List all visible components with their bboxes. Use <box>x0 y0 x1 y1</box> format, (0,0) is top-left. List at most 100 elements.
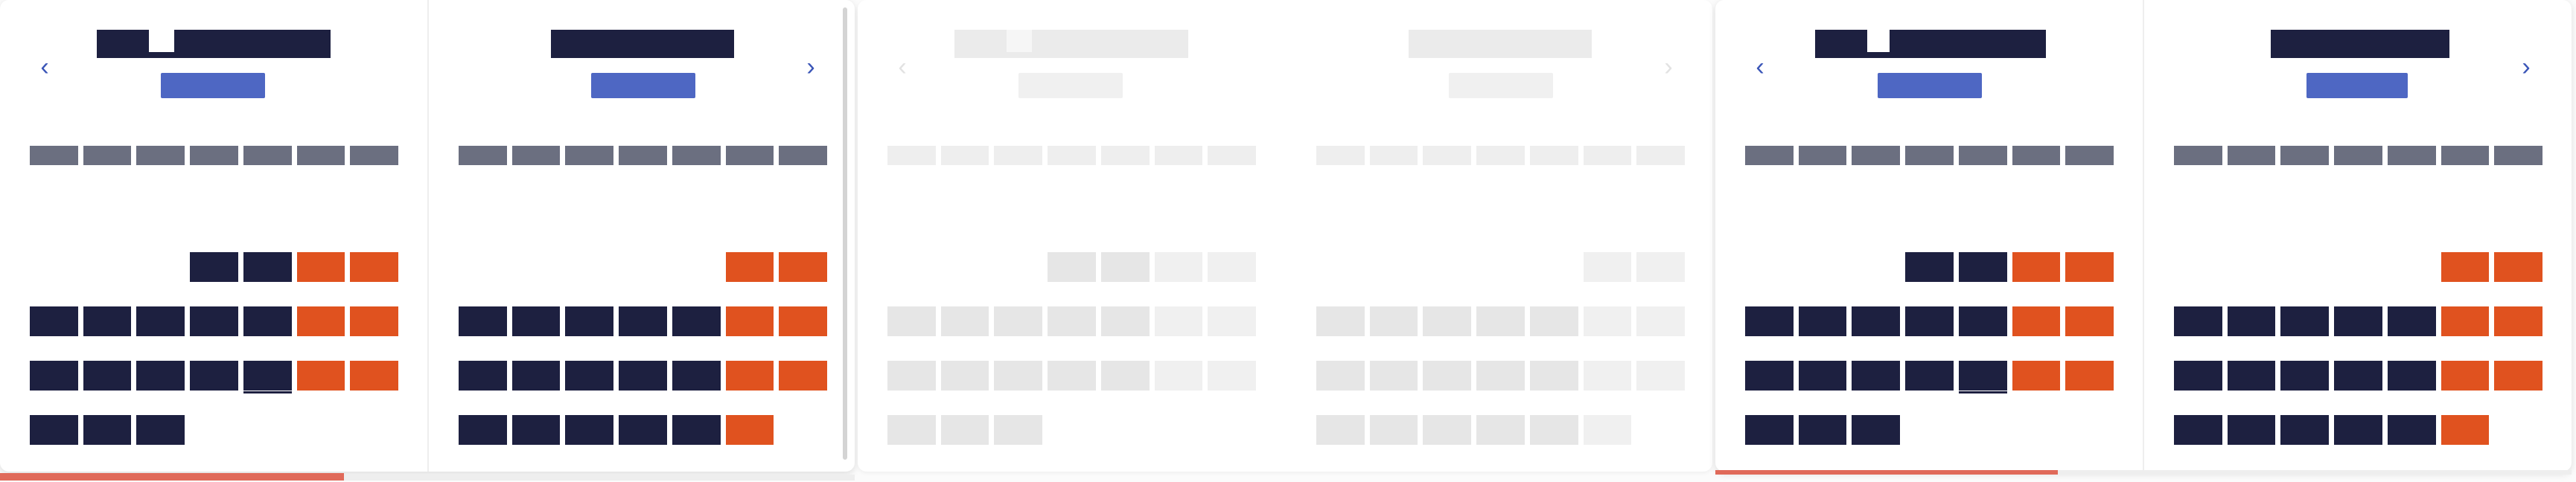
day-cell[interactable] <box>672 415 721 445</box>
weekend-day-cell[interactable] <box>296 306 345 336</box>
weekend-day-cell[interactable] <box>725 252 774 282</box>
day-cell[interactable] <box>459 306 507 336</box>
weekend-day-cell[interactable] <box>725 361 774 391</box>
day-cell[interactable] <box>1423 361 1472 391</box>
day-cell[interactable] <box>940 415 989 445</box>
day-cell[interactable] <box>619 306 667 336</box>
weekend-day-cell[interactable] <box>1155 198 1203 228</box>
day-cell[interactable] <box>190 252 238 282</box>
day-cell[interactable] <box>2388 198 2436 228</box>
day-cell[interactable] <box>2227 306 2276 336</box>
today-cell[interactable] <box>243 361 292 393</box>
weekend-day-cell[interactable] <box>296 252 345 282</box>
weekend-day-cell[interactable] <box>297 198 345 228</box>
weekend-day-cell[interactable] <box>2440 252 2490 282</box>
day-cell[interactable] <box>1048 361 1096 391</box>
day-cell[interactable] <box>1369 361 1418 391</box>
day-cell[interactable] <box>1959 198 2007 228</box>
weekend-day-cell[interactable] <box>2065 198 2114 228</box>
weekend-day-cell[interactable] <box>296 361 345 391</box>
day-cell[interactable] <box>136 361 185 391</box>
prev-month-button[interactable]: ‹ <box>28 51 61 83</box>
day-cell[interactable] <box>1316 252 1365 282</box>
weekend-day-cell[interactable] <box>2494 361 2542 391</box>
day-cell[interactable] <box>2387 306 2436 336</box>
day-cell[interactable] <box>2280 252 2329 282</box>
weekend-day-cell[interactable] <box>2494 306 2542 336</box>
day-cell[interactable] <box>1905 361 1954 391</box>
day-cell[interactable] <box>994 415 1043 445</box>
day-cell[interactable] <box>1852 252 1900 282</box>
day-cell[interactable] <box>1048 252 1096 282</box>
day-cell[interactable] <box>1100 361 1150 391</box>
day-cell[interactable] <box>1100 306 1150 336</box>
weekend-day-cell[interactable] <box>1636 198 1685 228</box>
day-cell[interactable] <box>1423 306 1472 336</box>
day-cell[interactable] <box>887 415 936 445</box>
day-cell[interactable] <box>672 252 721 282</box>
weekend-day-cell[interactable] <box>1636 361 1685 391</box>
weekend-day-cell[interactable] <box>2012 361 2061 391</box>
day-cell[interactable] <box>83 252 132 282</box>
day-cell[interactable] <box>619 361 667 391</box>
day-cell[interactable] <box>1476 252 1525 282</box>
weekend-day-cell[interactable] <box>350 361 398 391</box>
day-cell[interactable] <box>2387 361 2436 391</box>
day-cell[interactable] <box>2227 361 2276 391</box>
day-cell[interactable] <box>565 306 614 336</box>
weekend-day-cell[interactable] <box>726 198 774 228</box>
weekend-day-cell[interactable] <box>350 198 398 228</box>
day-cell[interactable] <box>30 252 78 282</box>
weekend-day-cell[interactable] <box>1208 198 1256 228</box>
weekend-day-cell[interactable] <box>779 361 827 391</box>
day-cell[interactable] <box>243 198 292 228</box>
day-cell[interactable] <box>1369 306 1418 336</box>
year-button[interactable] <box>1878 73 1982 98</box>
day-cell[interactable] <box>2387 415 2436 445</box>
day-cell[interactable] <box>2334 415 2382 445</box>
day-cell[interactable] <box>190 306 238 336</box>
day-cell[interactable] <box>1476 361 1525 391</box>
day-cell[interactable] <box>1476 415 1525 445</box>
day-cell[interactable] <box>2227 415 2276 445</box>
weekend-day-cell[interactable] <box>2065 252 2114 282</box>
day-cell[interactable] <box>1369 415 1418 445</box>
weekend-day-cell[interactable] <box>1584 198 1632 228</box>
weekend-day-cell[interactable] <box>2065 361 2114 391</box>
day-cell[interactable] <box>619 415 667 445</box>
day-cell[interactable] <box>1905 198 1954 228</box>
weekend-day-cell[interactable] <box>1583 415 1632 445</box>
day-cell[interactable] <box>83 415 132 445</box>
prev-month-button[interactable]: ‹ <box>1744 51 1776 83</box>
day-cell[interactable] <box>1852 306 1901 336</box>
weekend-day-cell[interactable] <box>2494 198 2542 228</box>
day-cell[interactable] <box>994 361 1043 391</box>
weekend-day-cell[interactable] <box>2440 361 2490 391</box>
day-cell[interactable] <box>511 415 561 445</box>
day-cell[interactable] <box>136 415 185 445</box>
day-cell[interactable] <box>1529 306 1578 336</box>
weekend-day-cell[interactable] <box>1636 252 1685 282</box>
weekend-day-cell[interactable] <box>2012 252 2061 282</box>
day-cell[interactable] <box>887 306 936 336</box>
day-cell[interactable] <box>2280 415 2330 445</box>
day-cell[interactable] <box>1316 306 1365 336</box>
weekend-day-cell[interactable] <box>2440 306 2490 336</box>
weekend-day-cell[interactable] <box>2440 415 2490 445</box>
day-cell[interactable] <box>1745 252 1794 282</box>
day-cell[interactable] <box>672 198 721 228</box>
weekend-day-cell[interactable] <box>350 306 398 336</box>
day-cell[interactable] <box>2174 415 2222 445</box>
weekend-day-cell[interactable] <box>1208 361 1256 391</box>
year-button[interactable] <box>591 73 695 98</box>
day-cell[interactable] <box>2334 361 2382 391</box>
day-cell[interactable] <box>30 361 78 391</box>
day-cell[interactable] <box>459 361 507 391</box>
day-cell[interactable] <box>459 415 507 445</box>
day-cell[interactable] <box>1799 198 1847 228</box>
next-month-button[interactable]: › <box>1652 51 1685 83</box>
day-cell[interactable] <box>1048 198 1096 228</box>
weekend-day-cell[interactable] <box>1583 361 1632 391</box>
day-cell[interactable] <box>1905 306 1954 336</box>
weekend-day-cell[interactable] <box>1583 252 1632 282</box>
